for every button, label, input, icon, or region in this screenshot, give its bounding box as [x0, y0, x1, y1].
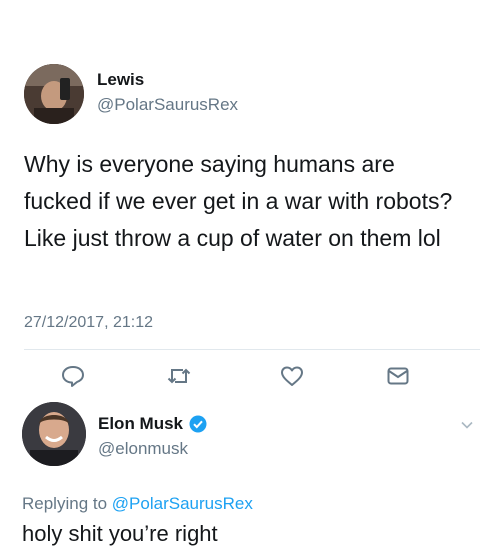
direct-message-button[interactable]: [384, 362, 412, 390]
tweet-timestamp[interactable]: 27/12/2017, 21:12: [24, 314, 153, 332]
profile-photo: [22, 402, 86, 466]
reply-author-handle[interactable]: @elonmusk: [98, 439, 188, 459]
reply-text: holy shit you’re right: [22, 521, 218, 546]
chevron-down-icon[interactable]: [460, 418, 474, 432]
reply-icon: [62, 366, 84, 387]
reply-author-name-text: Elon Musk: [98, 414, 184, 433]
like-button[interactable]: [278, 362, 306, 390]
replying-to-label: Replying to: [22, 494, 112, 513]
avatar[interactable]: [24, 64, 84, 124]
retweet-button[interactable]: [165, 362, 193, 390]
replying-to-line: Replying to @PolarSaurusRex: [22, 494, 253, 514]
author-name[interactable]: Lewis: [97, 70, 144, 90]
verified-badge-icon: [189, 415, 207, 433]
divider: [24, 349, 480, 350]
envelope-icon: [387, 367, 409, 385]
avatar[interactable]: [22, 402, 86, 466]
tweet-text: Why is everyone saying humans are fucked…: [24, 151, 453, 251]
author-handle[interactable]: @PolarSaurusRex: [97, 95, 238, 115]
retweet-icon: [167, 368, 191, 384]
heart-icon: [281, 366, 303, 386]
reply-author-name[interactable]: Elon Musk: [98, 414, 207, 434]
profile-photo: [24, 64, 84, 124]
reply-button[interactable]: [59, 362, 87, 390]
replying-to-mention-link[interactable]: @PolarSaurusRex: [112, 494, 253, 513]
